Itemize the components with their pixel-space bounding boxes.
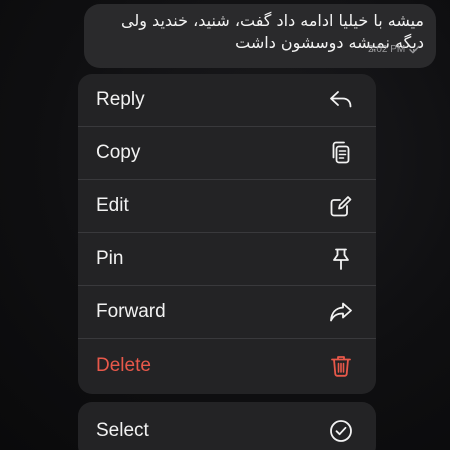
message-time: 2:02 PM — [368, 44, 406, 55]
context-menu: Reply Copy Edit Pin Forward Delete — [78, 74, 376, 394]
menu-item-label: Select — [96, 420, 149, 441]
menu-item-edit[interactable]: Edit — [78, 180, 376, 233]
trash-icon — [328, 353, 354, 379]
menu-item-copy[interactable]: Copy — [78, 127, 376, 180]
menu-item-pin[interactable]: Pin — [78, 233, 376, 286]
menu-item-label: Pin — [96, 248, 124, 269]
menu-item-reply[interactable]: Reply — [78, 74, 376, 127]
menu-item-forward[interactable]: Forward — [78, 286, 376, 339]
menu-item-label: Delete — [96, 354, 151, 376]
menu-item-label: Edit — [96, 195, 129, 216]
message-meta: 2:02 PM — [368, 44, 420, 55]
screen: میشه با خیلیا ادامه داد گفت، شنید، خندید… — [0, 0, 450, 450]
single-check-icon — [409, 45, 420, 54]
menu-item-label: Copy — [96, 142, 141, 163]
forward-icon — [328, 299, 354, 325]
edit-icon — [328, 193, 354, 219]
menu-item-select[interactable]: Select — [78, 402, 376, 450]
menu-item-label: Reply — [96, 89, 145, 110]
reply-icon — [328, 87, 354, 113]
menu-item-label: Forward — [96, 301, 166, 322]
menu-item-delete[interactable]: Delete — [78, 339, 376, 392]
check-circle-icon — [328, 418, 354, 444]
message-bubble[interactable]: میشه با خیلیا ادامه داد گفت، شنید، خندید… — [84, 4, 436, 68]
pin-icon — [328, 246, 354, 272]
copy-icon — [328, 140, 354, 166]
